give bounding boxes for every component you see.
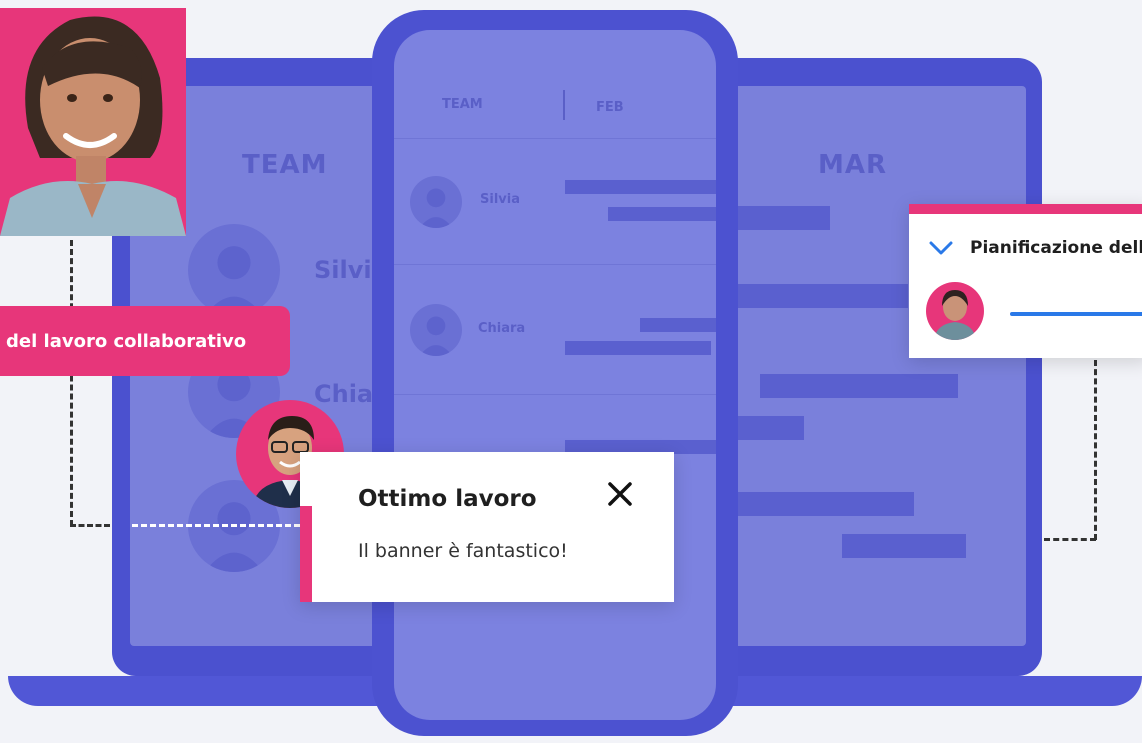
notification-title: Ottimo lavoro (358, 486, 537, 512)
gantt-bar (738, 284, 908, 308)
avatar (410, 304, 462, 356)
connector-line (1094, 360, 1097, 540)
avatar (926, 282, 984, 340)
gantt-bar (738, 416, 804, 440)
woman-photo-avatar (0, 8, 186, 236)
laptop-month-header: MAR (818, 150, 888, 180)
gantt-bar (565, 341, 711, 355)
gantt-bar (760, 374, 958, 398)
planning-progress-line (1010, 312, 1142, 316)
gantt-bar (842, 534, 966, 558)
avatar (410, 176, 462, 228)
chevron-down-icon[interactable] (928, 238, 954, 258)
gantt-bar (738, 206, 830, 230)
phone-team-header: TEAM (442, 97, 483, 112)
row-divider (394, 394, 716, 395)
gantt-bar (640, 318, 716, 332)
planning-card-accent (909, 204, 1142, 214)
notification-accent (300, 506, 312, 602)
connector-line (1044, 538, 1096, 541)
phone-header-divider (563, 90, 565, 120)
feature-label: del lavoro collaborativo (0, 306, 290, 376)
comment-notification (300, 452, 674, 602)
phone-screen (394, 30, 716, 720)
phone-month-header: FEB (596, 100, 624, 115)
phone-member-name: Chiara (478, 321, 526, 336)
row-divider (394, 264, 716, 265)
row-divider (394, 138, 716, 139)
laptop-team-header: TEAM (242, 150, 328, 180)
gantt-bar (738, 492, 914, 516)
phone-member-name: Silvia (480, 192, 520, 207)
gantt-bar (565, 180, 716, 194)
avatar (188, 224, 280, 316)
planning-card-title: Pianificazione dell (970, 238, 1142, 258)
connector-line (132, 524, 300, 527)
connector-line (70, 524, 110, 527)
gantt-bar (608, 207, 716, 221)
connector-line (70, 240, 73, 526)
notification-message: Il banner è fantastico! (358, 540, 568, 562)
close-icon[interactable] (602, 476, 638, 512)
